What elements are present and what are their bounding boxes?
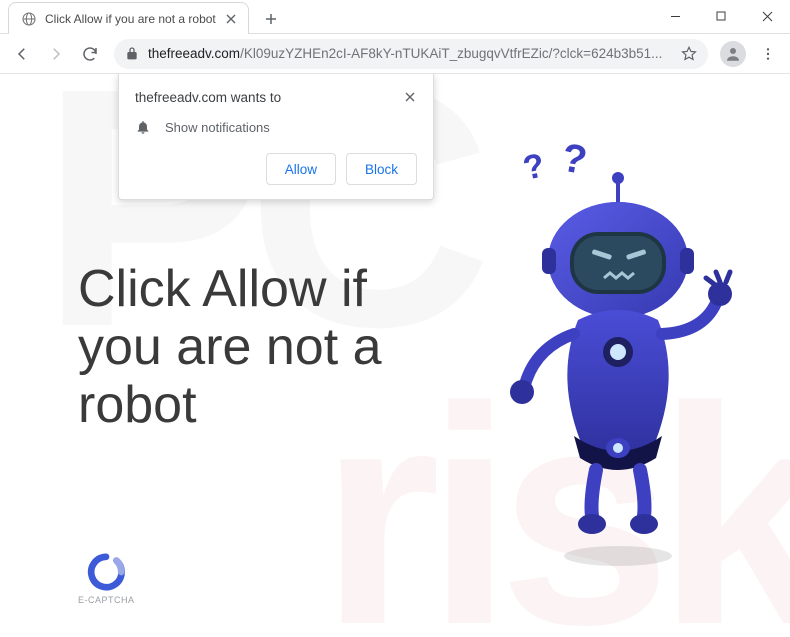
- forward-button[interactable]: [40, 38, 72, 70]
- browser-tab[interactable]: Click Allow if you are not a robot: [8, 2, 249, 34]
- profile-avatar-icon[interactable]: [720, 41, 746, 67]
- permission-request-row: Show notifications: [135, 119, 417, 135]
- e-captcha-label: E-CAPTCHA: [78, 595, 135, 605]
- url-text: thefreeadv.com/Kl09uzYZHEn2cI-AF8kY-nTUK…: [148, 46, 662, 61]
- block-button[interactable]: Block: [346, 153, 417, 185]
- permission-buttons: Allow Block: [135, 153, 417, 185]
- e-captcha-icon: [87, 553, 125, 591]
- address-bar[interactable]: thefreeadv.com/Kl09uzYZHEn2cI-AF8kY-nTUK…: [114, 39, 708, 69]
- minimize-button[interactable]: [652, 0, 698, 33]
- permission-request-text: Show notifications: [165, 120, 270, 135]
- window-titlebar: Click Allow if you are not a robot: [0, 0, 790, 34]
- window-controls: [652, 0, 790, 33]
- svg-text:?: ?: [520, 146, 548, 187]
- lock-icon[interactable]: [124, 46, 140, 62]
- maximize-button[interactable]: [698, 0, 744, 33]
- tab-close-icon[interactable]: [224, 12, 238, 26]
- tab-title: Click Allow if you are not a robot: [45, 12, 216, 26]
- reload-button[interactable]: [74, 38, 106, 70]
- robot-illustration: ? ?: [488, 140, 748, 570]
- globe-icon: [21, 11, 37, 27]
- menu-button[interactable]: [752, 38, 784, 70]
- permission-origin-text: thefreeadv.com wants to: [135, 90, 281, 105]
- e-captcha-badge: E-CAPTCHA: [78, 553, 135, 605]
- back-button[interactable]: [6, 38, 38, 70]
- permission-origin: thefreeadv.com wants to: [135, 90, 417, 105]
- permission-close-icon[interactable]: [403, 90, 417, 104]
- window-close-button[interactable]: [744, 0, 790, 33]
- svg-text:?: ?: [558, 140, 590, 183]
- bell-icon: [135, 119, 151, 135]
- page-content: PC risk thefreeadv.com wants to Show not…: [0, 74, 790, 637]
- browser-toolbar: thefreeadv.com/Kl09uzYZHEn2cI-AF8kY-nTUK…: [0, 34, 790, 74]
- page-headline: Click Allow ifyou are not arobot: [78, 260, 382, 435]
- notification-permission-dialog: thefreeadv.com wants to Show notificatio…: [118, 74, 434, 200]
- new-tab-button[interactable]: [257, 5, 285, 33]
- bookmark-star-icon[interactable]: [680, 45, 698, 63]
- allow-button[interactable]: Allow: [266, 153, 336, 185]
